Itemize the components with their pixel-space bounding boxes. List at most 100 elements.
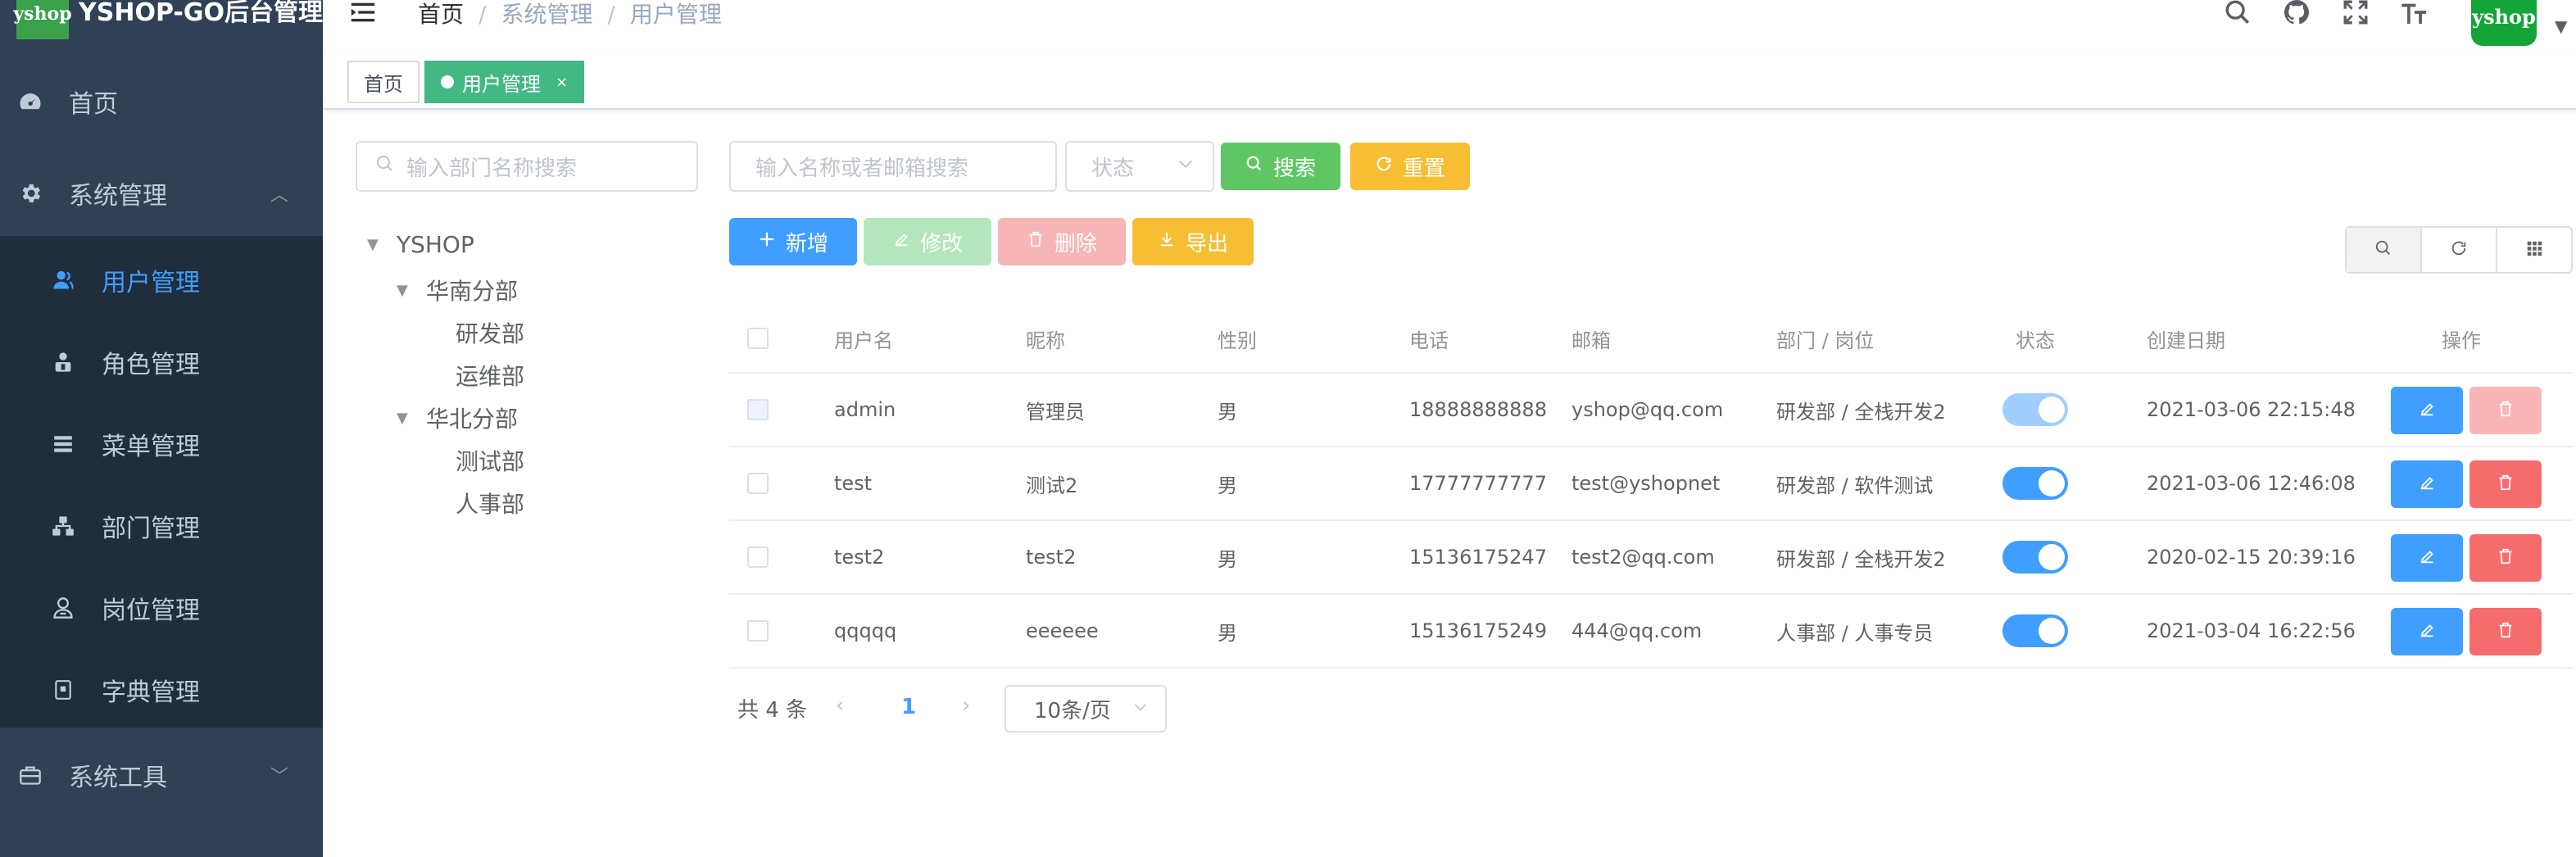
sidebar-item-label: 首页 (69, 90, 118, 119)
hamburger-icon[interactable] (349, 0, 377, 26)
gear-icon (16, 179, 44, 207)
page-number-current[interactable]: 1 (901, 695, 916, 719)
sidebar-item-depts[interactable]: 部门管理 (0, 485, 323, 567)
caret-down-icon[interactable]: ▼ (2555, 16, 2567, 36)
status-switch[interactable] (2002, 467, 2068, 500)
tree-node-south[interactable]: ▼ 华南分部 (397, 274, 518, 306)
export-button-label: 导出 (1185, 231, 1228, 256)
column-header[interactable]: 邮箱 (1571, 305, 1611, 372)
dept-icon (49, 512, 77, 540)
caret-down-icon[interactable]: ▼ (397, 410, 413, 427)
table-row[interactable]: test2 test2 男 15136175247 test2@qq.com 研… (729, 521, 2573, 595)
tree-node-hr[interactable]: 人事部 (456, 487, 524, 519)
tag-label: 用户管理 (462, 72, 541, 96)
logo[interactable]: yshop YSHOP-GO后台管理 (0, 0, 323, 46)
row-edit-button[interactable] (2391, 460, 2463, 508)
row-checkbox[interactable] (747, 546, 769, 568)
row-delete-button[interactable] (2469, 534, 2542, 582)
dept-search-input[interactable]: 输入部门名称搜索 (356, 141, 698, 192)
user-icon (49, 266, 77, 294)
sidebar-item-home[interactable]: 首页 (0, 56, 323, 147)
github-icon[interactable] (2279, 0, 2314, 29)
tree-node-label: 华北分部 (426, 406, 519, 433)
caret-down-icon[interactable]: ▼ (397, 282, 413, 299)
row-checkbox[interactable] (747, 620, 769, 642)
status-switch[interactable] (2002, 614, 2068, 647)
edit-button[interactable]: 修改 (864, 218, 991, 265)
row-delete-button (2469, 387, 2542, 434)
next-page-icon[interactable]: › (962, 693, 970, 718)
sidebar-item-posts[interactable]: 岗位管理 (0, 567, 323, 649)
sidebar-item-tools[interactable]: 系统工具 ﹀ (0, 729, 323, 821)
sidebar-item-label: 字典管理 (102, 678, 200, 707)
table-row[interactable]: admin 管理员 男 18888888888 yshop@qq.com 研发部… (729, 374, 2573, 447)
row-delete-button[interactable] (2469, 460, 2542, 508)
fullscreen-icon[interactable] (2338, 0, 2373, 29)
sidebar-item-roles[interactable]: 角色管理 (0, 321, 323, 403)
tag-home[interactable]: 首页 (347, 61, 420, 103)
column-header[interactable]: 用户名 (834, 305, 893, 372)
close-icon[interactable]: × (556, 74, 568, 91)
column-header[interactable]: 状态 (2016, 305, 2055, 372)
row-delete-button[interactable] (2469, 608, 2542, 655)
cell-phone: 18888888888 (1409, 398, 1547, 421)
row-edit-button[interactable] (2391, 387, 2463, 434)
breadcrumb-item[interactable]: 系统管理 (501, 1, 592, 28)
trash-icon (2497, 474, 2515, 495)
tree-node-label: 研发部 (456, 320, 525, 347)
columns-button[interactable] (2496, 228, 2571, 272)
row-edit-button[interactable] (2391, 608, 2463, 655)
prev-page-icon[interactable]: ‹ (836, 693, 844, 718)
font-size-icon[interactable] (2397, 0, 2432, 29)
column-header[interactable]: 创建日期 (2147, 305, 2225, 372)
table-row[interactable]: test 测试2 男 17777777777 test@yshopnet 研发部… (729, 447, 2573, 521)
tree-node-north[interactable]: ▼ 华北分部 (397, 401, 518, 434)
tree-node-yshop[interactable]: ▼ YSHOP (367, 231, 474, 258)
tree-node-label: 人事部 (456, 491, 525, 518)
export-button[interactable]: 导出 (1132, 218, 1254, 265)
avatar[interactable]: yshop (2471, 0, 2537, 46)
toggle-search-button[interactable] (2347, 228, 2420, 272)
table-row[interactable]: qqqqq eeeeee 男 15136175249 444@qq.com 人事… (729, 595, 2573, 669)
cell-dept: 研发部 / 全栈开发2 (1776, 400, 1946, 424)
tag-user-management[interactable]: 用户管理 × (424, 61, 585, 103)
row-edit-button[interactable] (2391, 534, 2463, 582)
tree-node-test[interactable]: 测试部 (456, 444, 524, 477)
table-header: 用户名 昵称 性别 电话 邮箱 部门 / 岗位 状态 创建日期 操作 (729, 305, 2573, 374)
delete-button[interactable]: 删除 (998, 218, 1126, 265)
search-button[interactable]: 搜索 (1221, 143, 1340, 190)
sidebar: yshop YSHOP-GO后台管理 首页 系统管理 ︿ 用户管理 角色管理 菜… (0, 0, 323, 857)
post-icon (49, 594, 77, 622)
cell-dept: 研发部 / 全栈开发2 (1776, 547, 1946, 571)
sidebar-item-users[interactable]: 用户管理 (0, 239, 323, 321)
status-select[interactable]: 状态 (1065, 141, 1214, 192)
column-header[interactable]: 性别 (1218, 305, 1257, 372)
column-header[interactable]: 部门 / 岗位 (1776, 305, 1874, 372)
tree-node-rd[interactable]: 研发部 (456, 316, 524, 349)
sidebar-item-label: 部门管理 (102, 515, 200, 543)
page-size-select[interactable]: 10条/页 (1005, 685, 1167, 732)
column-header[interactable]: 电话 (1409, 305, 1449, 372)
download-icon (1158, 230, 1176, 253)
tags-view: 首页 用户管理 × (323, 54, 2576, 110)
cell-gender: 男 (1218, 547, 1237, 571)
dept-search-placeholder: 输入部门名称搜索 (406, 156, 578, 181)
sidebar-item-system[interactable]: 系统管理 ︿ (0, 147, 323, 239)
sidebar-item-menus[interactable]: 菜单管理 (0, 403, 323, 485)
row-checkbox[interactable] (747, 473, 769, 494)
status-switch[interactable] (2002, 541, 2068, 574)
plus-icon (758, 230, 776, 253)
select-all-checkbox[interactable] (747, 328, 769, 349)
sidebar-item-dicts[interactable]: 字典管理 (0, 649, 323, 731)
column-header[interactable]: 昵称 (1026, 305, 1065, 372)
caret-down-icon[interactable]: ▼ (367, 236, 383, 253)
cell-gender: 男 (1218, 474, 1237, 497)
reset-button[interactable]: 重置 (1350, 143, 1470, 190)
add-button[interactable]: 新增 (729, 218, 857, 265)
refresh-button[interactable] (2420, 228, 2496, 272)
sidebar-item-label: 系统工具 (69, 764, 167, 792)
breadcrumb-item[interactable]: 首页 (418, 1, 464, 28)
tree-node-ops[interactable]: 运维部 (456, 359, 524, 392)
name-email-search-input[interactable]: 输入名称或者邮箱搜索 (729, 141, 1057, 192)
search-icon[interactable] (2220, 0, 2255, 29)
